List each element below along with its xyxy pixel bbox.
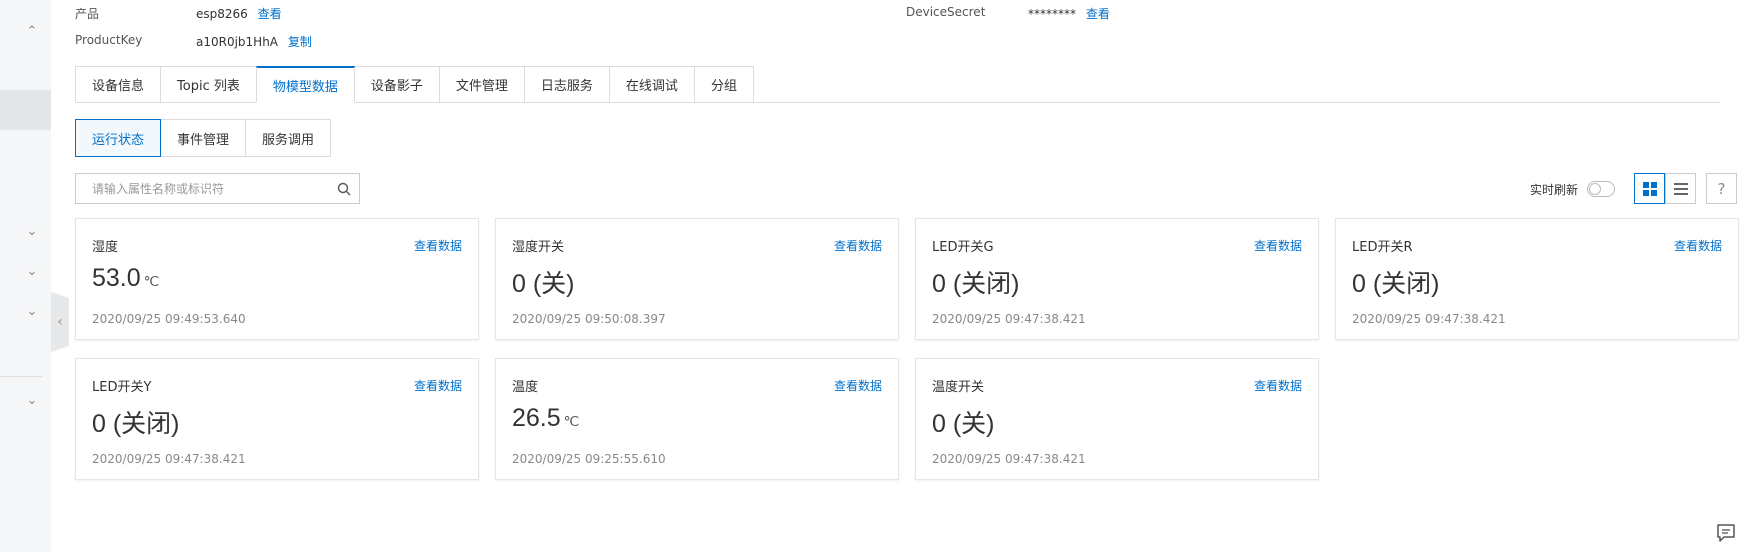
realtime-refresh-toggle[interactable] (1587, 181, 1615, 197)
property-name: 温度开关 (932, 380, 985, 395)
property-card: LED开关R 查看数据 0 (关闭) 2020/09/25 09:47:38.4… (1335, 218, 1739, 340)
property-value: 0 (关闭) (1352, 270, 1440, 298)
search-input[interactable] (76, 174, 321, 203)
devicesecret-value: ******** 查看 (1028, 5, 1110, 22)
view-product-link[interactable]: 查看 (258, 7, 282, 21)
grid-view-icon (1642, 181, 1657, 196)
property-card: 湿度开关 查看数据 0 (关) 2020/09/25 09:50:08.397 (495, 218, 899, 340)
toggle-knob (1589, 183, 1601, 195)
search-icon[interactable] (337, 182, 351, 196)
subtab-event-management[interactable]: 事件管理 (160, 119, 247, 157)
productkey-value: a10R0jb1HhA 复制 (196, 33, 312, 50)
property-card: 湿度 查看数据 53.0 ℃ 2020/09/25 09:49:53.640 (75, 218, 479, 340)
sidebar-divider (0, 376, 42, 377)
property-name: 湿度 (92, 240, 119, 255)
grid-view-button[interactable] (1634, 173, 1665, 204)
search-box (75, 173, 360, 204)
property-timestamp: 2020/09/25 09:47:38.421 (932, 452, 1086, 466)
productkey-label: ProductKey (75, 33, 143, 47)
sidebar-selected-item[interactable] (0, 90, 51, 130)
chat-icon[interactable] (1715, 522, 1737, 544)
help-icon: ? (1717, 179, 1726, 198)
tab-device-shadow[interactable]: 设备影子 (353, 66, 440, 103)
property-timestamp: 2020/09/25 09:50:08.397 (512, 312, 666, 326)
chevron-down-icon[interactable]: ⌄ (25, 264, 39, 279)
property-value: 0 (关闭) (932, 270, 1020, 298)
view-data-link[interactable]: 查看数据 (414, 237, 462, 254)
subtab-service-call[interactable]: 服务调用 (245, 119, 332, 157)
view-data-link[interactable]: 查看数据 (1254, 237, 1302, 254)
main-tabs: 设备信息 Topic 列表 物模型数据 设备影子 文件管理 日志服务 在线调试 … (75, 66, 1720, 103)
property-value: 26.5 ℃ (512, 404, 579, 433)
tab-device-info[interactable]: 设备信息 (75, 66, 162, 103)
property-name: LED开关R (1352, 240, 1413, 255)
property-name: 湿度开关 (512, 240, 565, 255)
tab-topic-list[interactable]: Topic 列表 (160, 66, 257, 103)
view-data-link[interactable]: 查看数据 (1254, 377, 1302, 394)
property-timestamp: 2020/09/25 09:25:55.610 (512, 452, 666, 466)
list-view-icon (1673, 182, 1688, 195)
chevron-left-icon: ‹ (57, 314, 63, 330)
property-timestamp: 2020/09/25 09:47:38.421 (1352, 312, 1506, 326)
value-unit: ℃ (563, 413, 580, 429)
tab-file-management[interactable]: 文件管理 (438, 66, 525, 103)
value-number: 53.0 (92, 264, 141, 292)
chevron-up-icon[interactable]: ⌃ (25, 24, 39, 39)
productkey-text: a10R0jb1HhA (196, 35, 279, 49)
value-number: 26.5 (512, 404, 561, 432)
chevron-down-icon[interactable]: ⌄ (25, 393, 39, 408)
property-card: LED开关G 查看数据 0 (关闭) 2020/09/25 09:47:38.4… (915, 218, 1319, 340)
view-data-link[interactable]: 查看数据 (1674, 237, 1722, 254)
property-value: 0 (关) (512, 270, 575, 298)
tab-group[interactable]: 分组 (693, 66, 754, 103)
list-view-button[interactable] (1665, 173, 1696, 204)
property-card: LED开关Y 查看数据 0 (关闭) 2020/09/25 09:47:38.4… (75, 358, 479, 480)
property-value: 53.0 ℃ (92, 264, 159, 293)
property-name: LED开关Y (92, 380, 152, 395)
realtime-refresh-label: 实时刷新 (1530, 183, 1579, 197)
help-button[interactable]: ? (1706, 173, 1737, 204)
tab-thing-model-data[interactable]: 物模型数据 (255, 66, 355, 103)
tab-online-debug[interactable]: 在线调试 (608, 66, 695, 103)
chevron-down-icon[interactable]: ⌄ (25, 224, 39, 239)
devicesecret-masked: ******** (1028, 7, 1076, 21)
product-label: 产品 (75, 7, 100, 21)
copy-productkey-link[interactable]: 复制 (288, 35, 312, 49)
product-name: esp8266 (196, 7, 248, 21)
devicesecret-label: DeviceSecret (906, 5, 986, 19)
value-unit: ℃ (143, 273, 160, 289)
sub-tabs: 运行状态 事件管理 服务调用 (75, 119, 332, 157)
property-card: 温度开关 查看数据 0 (关) 2020/09/25 09:47:38.421 (915, 358, 1319, 480)
view-secret-link[interactable]: 查看 (1086, 7, 1110, 21)
subtab-running-status[interactable]: 运行状态 (75, 119, 162, 157)
chevron-down-icon[interactable]: ⌄ (25, 304, 39, 319)
property-value: 0 (关闭) (92, 410, 180, 438)
property-timestamp: 2020/09/25 09:47:38.421 (932, 312, 1086, 326)
property-name: 温度 (512, 380, 539, 395)
collapse-sidebar-button[interactable]: ‹ (51, 292, 69, 352)
view-data-link[interactable]: 查看数据 (414, 377, 462, 394)
property-name: LED开关G (932, 240, 994, 255)
property-timestamp: 2020/09/25 09:49:53.640 (92, 312, 246, 326)
view-data-link[interactable]: 查看数据 (834, 377, 882, 394)
sidebar: ⌃ ⌄ ⌄ ⌄ ⌄ (0, 0, 51, 552)
property-card: 温度 查看数据 26.5 ℃ 2020/09/25 09:25:55.610 (495, 358, 899, 480)
tab-log-service[interactable]: 日志服务 (523, 66, 610, 103)
property-value: 0 (关) (932, 410, 995, 438)
view-data-link[interactable]: 查看数据 (834, 237, 882, 254)
product-value: esp8266 查看 (196, 5, 282, 22)
property-timestamp: 2020/09/25 09:47:38.421 (92, 452, 246, 466)
